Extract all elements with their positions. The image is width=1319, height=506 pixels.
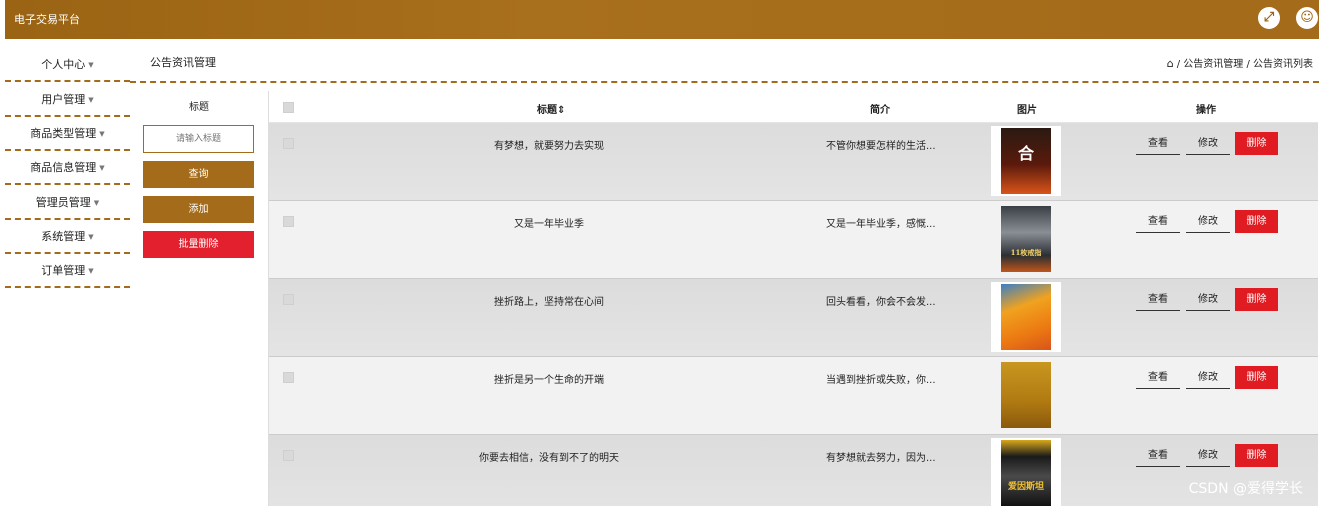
row-intro: 又是一年毕业季，感慨... bbox=[826, 219, 936, 230]
breadcrumb-text: / 公告资讯管理 / 公告资讯列表 bbox=[1176, 59, 1313, 70]
column-title-header[interactable]: 标题⇕ bbox=[537, 101, 565, 116]
row-intro: 回头看看，你会不会发... bbox=[826, 297, 936, 308]
sidebar-item-label: 个人中心 bbox=[41, 58, 86, 71]
row-intro: 不管你想要怎样的生活... bbox=[826, 141, 936, 152]
table-row: 又是一年毕业季 又是一年毕业季，感慨... 11枚戒指 查看 修改 删除 bbox=[269, 201, 1318, 279]
caret-down-icon: ▼ bbox=[88, 96, 94, 104]
select-all-checkbox[interactable] bbox=[283, 102, 294, 113]
search-label: 标题 bbox=[189, 102, 209, 113]
edit-button[interactable]: 修改 bbox=[1186, 210, 1230, 233]
caret-down-icon: ▼ bbox=[93, 199, 100, 207]
book-cover-text: 11枚戒指 bbox=[1010, 248, 1042, 257]
row-intro: 当遇到挫折或失败，你... bbox=[826, 375, 936, 386]
sidebar-item-label: 系统管理 bbox=[41, 230, 86, 243]
sidebar-item-label: 管理员管理 bbox=[35, 196, 91, 209]
view-button[interactable]: 查看 bbox=[1136, 210, 1180, 233]
user-icon[interactable]: ☺ bbox=[1296, 7, 1318, 29]
header-divider bbox=[130, 81, 1319, 83]
row-intro: 有梦想就去努力，因为... bbox=[826, 453, 936, 464]
edit-button[interactable]: 修改 bbox=[1186, 132, 1230, 155]
delete-button[interactable]: 删除 bbox=[1235, 288, 1278, 311]
breadcrumb: ⌂ / 公告资讯管理 / 公告资讯列表 bbox=[1167, 55, 1313, 70]
sidebar: 个人中心 ▼ 用户管理 ▼ 商品类型管理 ▼ 商品信息管理 ▼ 管理员管理 ▼ 系统管理 ▼… bbox=[5, 39, 130, 506]
table-row: 挫折路上，坚持常在心间 回头看看，你会不会发... 查看 修改 删除 bbox=[269, 279, 1318, 357]
delete-button[interactable]: 删除 bbox=[1235, 132, 1278, 155]
edit-button[interactable]: 修改 bbox=[1186, 366, 1230, 389]
sidebar-item-order-management[interactable]: 订单管理 ▼ bbox=[5, 254, 130, 288]
page-title: 公告资讯管理 bbox=[150, 56, 216, 69]
app-title: 电子交易平台 bbox=[14, 13, 80, 26]
row-checkbox[interactable] bbox=[283, 294, 294, 305]
row-checkbox[interactable] bbox=[283, 216, 294, 227]
announcement-table: 标题⇕ 简介 图片 操作 有梦想，就要努力去实现 不管你想要怎样的生活... 合… bbox=[268, 91, 1318, 506]
row-checkbox[interactable] bbox=[283, 450, 294, 461]
add-button[interactable]: 添加 bbox=[143, 196, 254, 223]
table-header: 标题⇕ 简介 图片 操作 bbox=[269, 91, 1318, 123]
view-button[interactable]: 查看 bbox=[1136, 288, 1180, 311]
row-title: 挫折是另一个生命的开端 bbox=[494, 375, 604, 386]
caret-down-icon: ▼ bbox=[88, 233, 94, 241]
row-checkbox[interactable] bbox=[283, 372, 294, 383]
delete-button[interactable]: 删除 bbox=[1235, 210, 1278, 233]
column-image-header: 图片 bbox=[1017, 105, 1037, 116]
book-cover-text: 合 bbox=[1017, 144, 1034, 163]
sidebar-item-admin-management[interactable]: 管理员管理 ▼ bbox=[5, 186, 130, 220]
edit-button[interactable]: 修改 bbox=[1186, 288, 1230, 311]
row-title: 你要去相信，没有到不了的明天 bbox=[479, 453, 619, 464]
bulk-delete-button[interactable]: 批量删除 bbox=[143, 231, 254, 258]
row-image: 爱因斯坦 bbox=[991, 438, 1061, 506]
row-image: 合 bbox=[991, 126, 1061, 196]
row-title: 又是一年毕业季 bbox=[514, 219, 584, 230]
row-image: 11枚戒指 bbox=[991, 204, 1061, 274]
delete-button[interactable]: 删除 bbox=[1235, 366, 1278, 389]
sidebar-item-label: 用户管理 bbox=[41, 93, 86, 106]
sidebar-item-personal-center[interactable]: 个人中心 ▼ bbox=[5, 48, 130, 82]
top-bar: 电子交易平台 ⤢ ☺ bbox=[5, 0, 1319, 39]
view-button[interactable]: 查看 bbox=[1136, 366, 1180, 389]
expand-icon[interactable]: ⤢ bbox=[1258, 7, 1280, 29]
column-actions-header: 操作 bbox=[1196, 105, 1216, 116]
sidebar-item-label: 订单管理 bbox=[41, 264, 86, 277]
row-image bbox=[991, 360, 1061, 430]
column-intro-header: 简介 bbox=[870, 105, 890, 116]
delete-button[interactable]: 删除 bbox=[1235, 444, 1278, 467]
table-row: 有梦想，就要努力去实现 不管你想要怎样的生活... 合 查看 修改 删除 bbox=[269, 123, 1318, 201]
table-row: 挫折是另一个生命的开端 当遇到挫折或失败，你... 查看 修改 删除 bbox=[269, 357, 1318, 435]
caret-down-icon: ▼ bbox=[99, 164, 105, 172]
view-button[interactable]: 查看 bbox=[1136, 132, 1180, 155]
edit-button[interactable]: 修改 bbox=[1186, 444, 1230, 467]
table-row: 你要去相信，没有到不了的明天 有梦想就去努力，因为... 爱因斯坦 查看 修改 … bbox=[269, 435, 1318, 506]
row-title: 挫折路上，坚持常在心间 bbox=[494, 297, 604, 308]
caret-down-icon: ▼ bbox=[88, 61, 94, 69]
book-cover-text: 爱因斯坦 bbox=[1007, 482, 1044, 492]
sidebar-item-user-management[interactable]: 用户管理 ▼ bbox=[5, 83, 130, 117]
sidebar-item-label: 商品信息管理 bbox=[30, 161, 97, 174]
sidebar-item-system-management[interactable]: 系统管理 ▼ bbox=[5, 220, 130, 254]
title-search-input[interactable] bbox=[143, 125, 254, 153]
search-panel: 标题 查询 添加 批量删除 bbox=[138, 90, 264, 270]
row-title: 有梦想，就要努力去实现 bbox=[494, 141, 604, 152]
home-icon[interactable]: ⌂ bbox=[1167, 57, 1174, 70]
caret-down-icon: ▼ bbox=[88, 267, 94, 275]
watermark: CSDN @爱得学长 bbox=[1188, 481, 1303, 497]
query-button[interactable]: 查询 bbox=[143, 161, 254, 188]
row-image bbox=[991, 282, 1061, 352]
sidebar-item-product-type-management[interactable]: 商品类型管理 ▼ bbox=[5, 117, 130, 151]
sidebar-item-product-info-management[interactable]: 商品信息管理 ▼ bbox=[5, 151, 130, 185]
sidebar-item-label: 商品类型管理 bbox=[30, 127, 97, 140]
caret-down-icon: ▼ bbox=[99, 130, 105, 138]
view-button[interactable]: 查看 bbox=[1136, 444, 1180, 467]
row-checkbox[interactable] bbox=[283, 138, 294, 149]
